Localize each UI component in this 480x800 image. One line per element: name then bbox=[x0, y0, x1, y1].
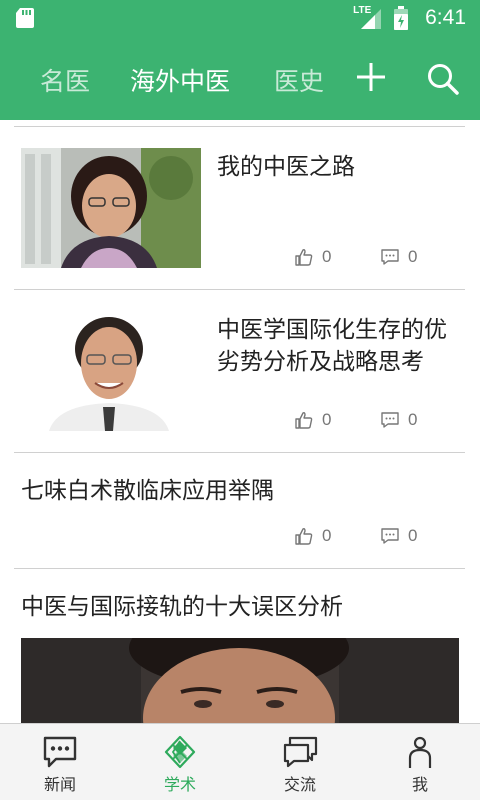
article-banner-image[interactable] bbox=[21, 638, 459, 723]
bottom-nav-label: 我 bbox=[411, 775, 428, 794]
bottom-nav-label: 新闻 bbox=[43, 775, 76, 794]
comment-icon bbox=[381, 528, 399, 544]
diamond-grid-icon bbox=[164, 735, 196, 769]
bottom-nav-news[interactable]: 新闻 bbox=[0, 724, 120, 800]
like-count[interactable]: 0 bbox=[294, 525, 331, 547]
search-icon[interactable] bbox=[426, 62, 460, 96]
comment-count[interactable]: 0 bbox=[380, 246, 417, 268]
divider bbox=[14, 452, 465, 453]
article-thumbnail[interactable] bbox=[21, 311, 201, 431]
divider bbox=[14, 289, 465, 290]
like-count-value: 0 bbox=[322, 526, 332, 545]
comment-count-value: 0 bbox=[408, 410, 418, 429]
bottom-nav: 新闻 学术 交流 我 bbox=[0, 723, 480, 800]
divider bbox=[14, 568, 465, 569]
battery-icon bbox=[394, 6, 409, 30]
person-icon bbox=[408, 736, 432, 768]
like-count-value: 0 bbox=[322, 247, 332, 266]
signal-icon: LTE bbox=[353, 5, 383, 31]
sd-card-icon bbox=[16, 8, 34, 28]
top-tab-bar: 名医 海外中医 医史 bbox=[0, 36, 480, 120]
thumbs-up-icon bbox=[295, 412, 313, 429]
comment-count-value: 0 bbox=[408, 247, 418, 266]
bottom-nav-exchange[interactable]: 交流 bbox=[240, 724, 360, 800]
plus-icon[interactable] bbox=[356, 60, 386, 94]
status-bar: LTE 6:41 bbox=[0, 0, 480, 36]
chat-bubble-icon bbox=[43, 736, 77, 768]
tab-partial-left[interactable] bbox=[0, 66, 2, 96]
comment-icon bbox=[381, 412, 399, 428]
bottom-nav-label: 交流 bbox=[283, 775, 316, 794]
tab-medical-history[interactable]: 医史 bbox=[274, 62, 324, 98]
article-title[interactable]: 我的中医之路 bbox=[217, 151, 465, 183]
bottom-nav-me[interactable]: 我 bbox=[360, 724, 480, 800]
divider bbox=[14, 126, 465, 127]
article-title[interactable]: 中医学国际化生存的优劣势分析及战略思考 bbox=[217, 314, 467, 378]
conversation-icon bbox=[283, 736, 318, 768]
like-count-value: 0 bbox=[322, 410, 332, 429]
clock: 6:41 bbox=[425, 6, 466, 29]
comment-count[interactable]: 0 bbox=[380, 409, 417, 431]
like-count[interactable]: 0 bbox=[294, 409, 331, 431]
article-feed[interactable]: 我的中医之路 0 0 中医学国际化生存的优劣势分析及战略思考 0 0 七味白术散… bbox=[0, 120, 480, 723]
comment-icon bbox=[381, 249, 399, 265]
comment-count-value: 0 bbox=[408, 526, 418, 545]
article-thumbnail[interactable] bbox=[21, 148, 201, 268]
thumbs-up-icon bbox=[295, 249, 313, 266]
tab-famous-doctors[interactable]: 名医 bbox=[40, 62, 90, 98]
article-title[interactable]: 中医与国际接轨的十大误区分析 bbox=[21, 591, 461, 623]
like-count[interactable]: 0 bbox=[294, 246, 331, 268]
bottom-nav-label: 学术 bbox=[163, 775, 196, 794]
bottom-nav-academic[interactable]: 学术 bbox=[120, 724, 240, 800]
comment-count[interactable]: 0 bbox=[380, 525, 417, 547]
tab-overseas-tcm[interactable]: 海外中医 bbox=[130, 62, 230, 98]
thumbs-up-icon bbox=[295, 528, 313, 545]
article-title[interactable]: 七味白术散临床应用举隅 bbox=[21, 475, 461, 507]
